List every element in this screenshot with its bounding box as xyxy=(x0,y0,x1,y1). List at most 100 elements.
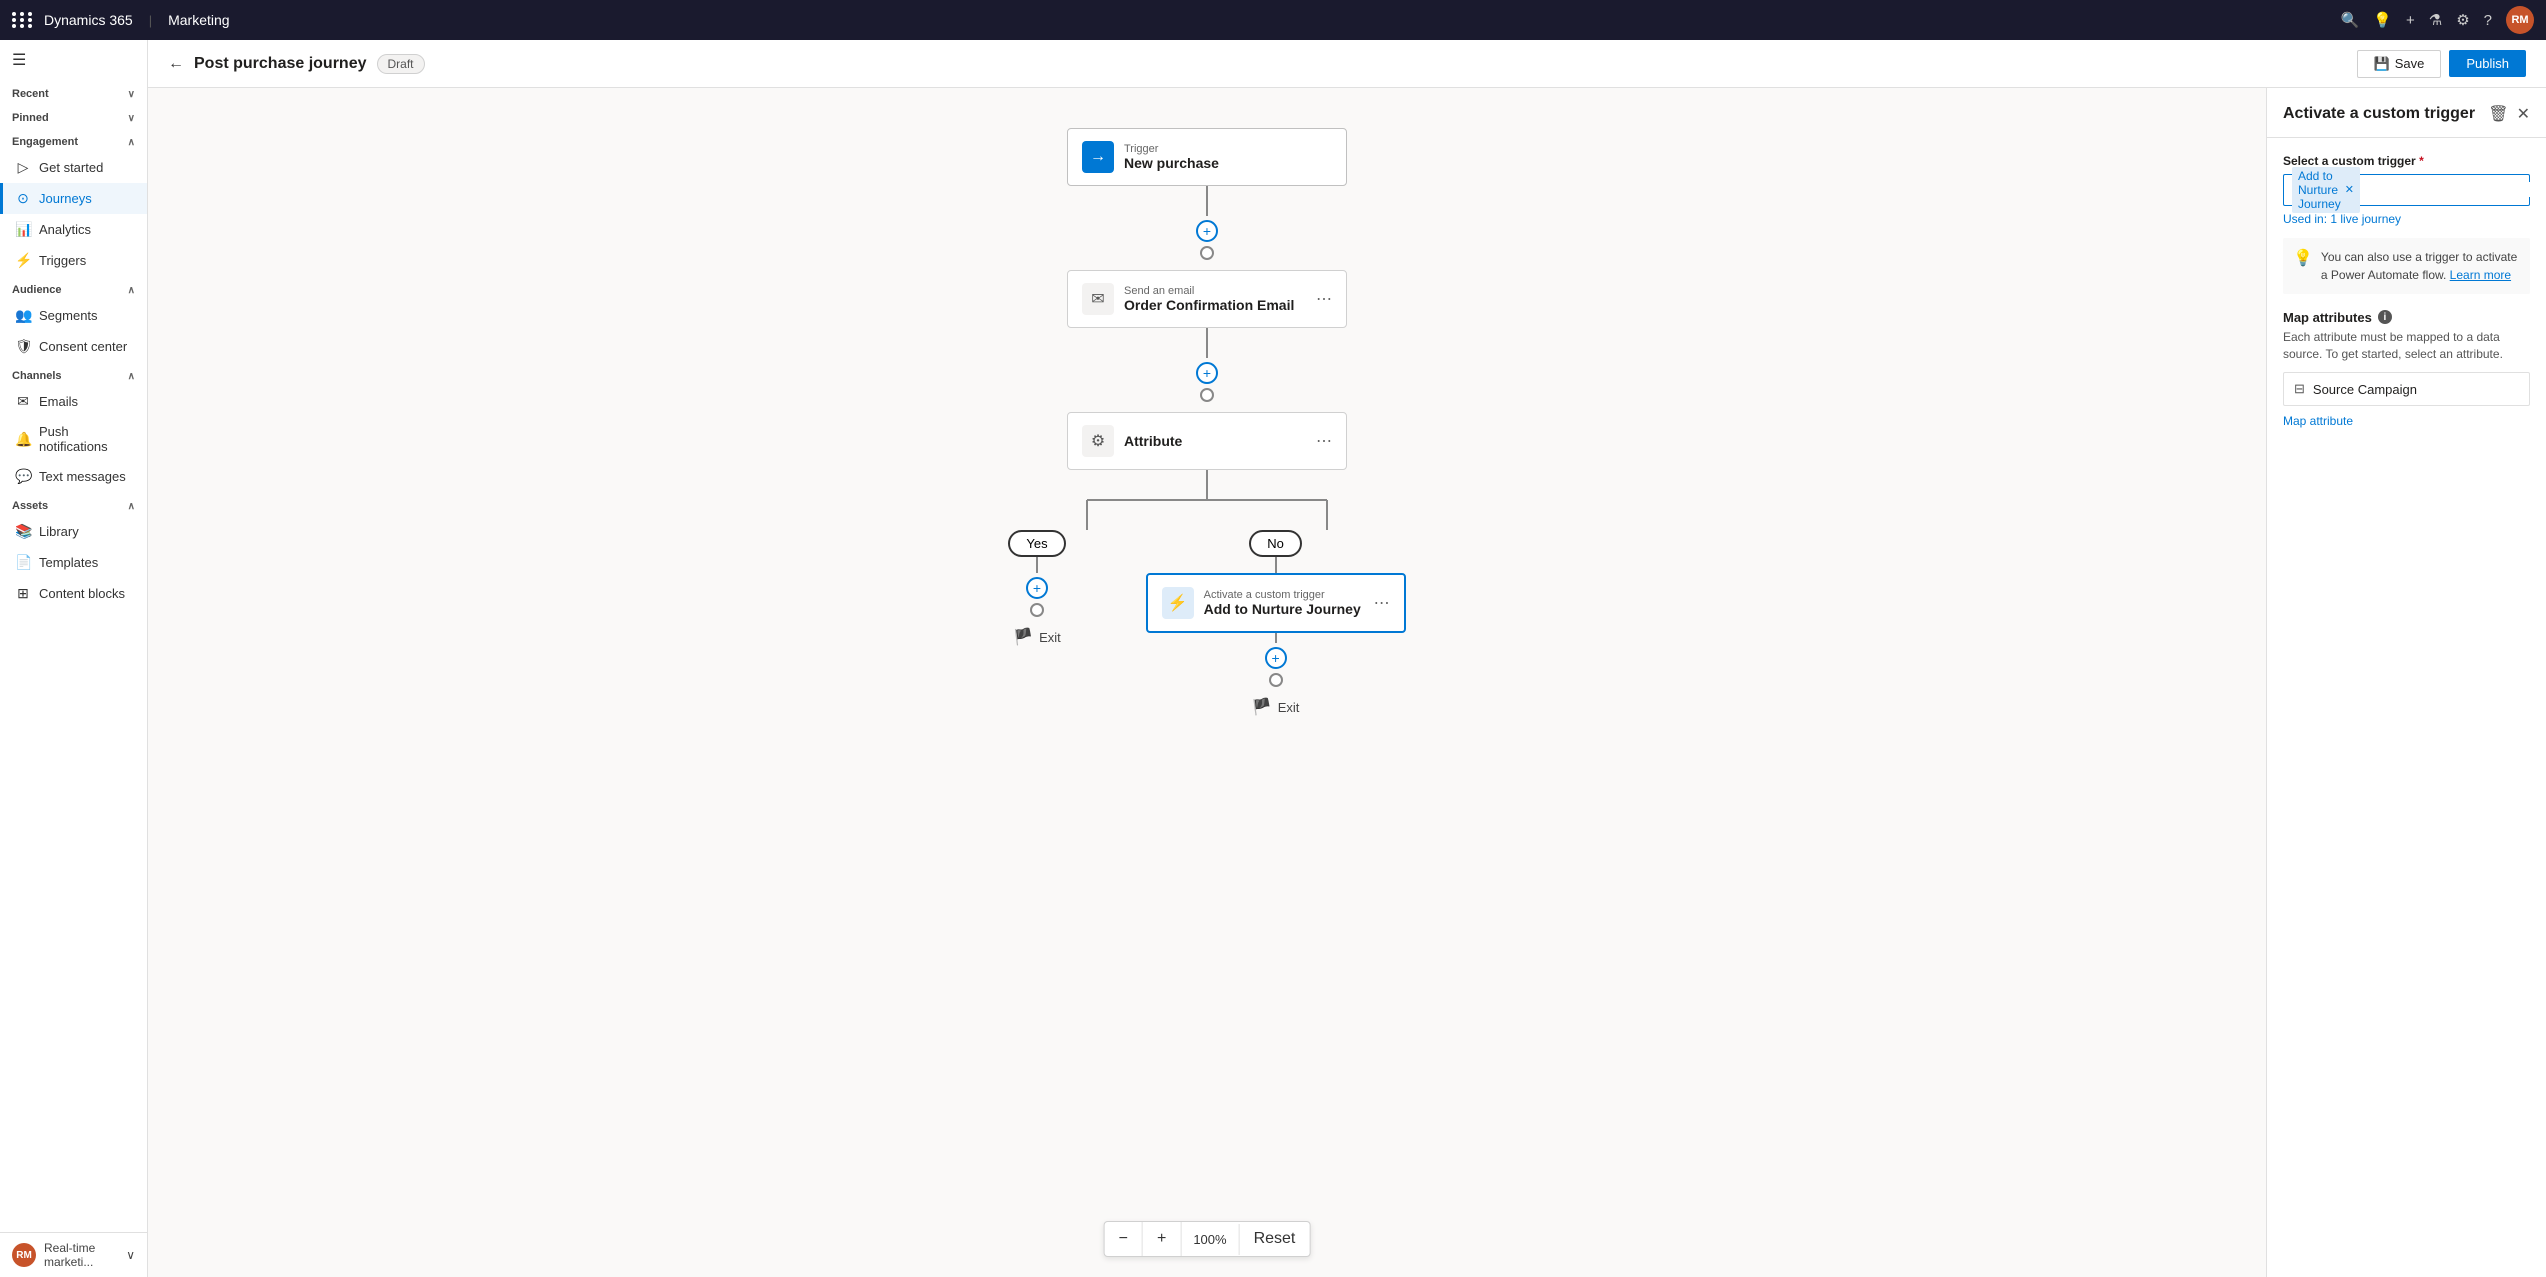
attribute-node[interactable]: ⚙ Attribute ⋯ xyxy=(1067,412,1347,470)
exit-left: 🏴 Exit xyxy=(1013,627,1061,647)
consent-label: Consent center xyxy=(39,339,127,354)
custom-trigger-label: Activate a custom trigger xyxy=(1204,589,1361,601)
subheader: ← Post purchase journey Draft 💾 Save Pub… xyxy=(148,40,2546,88)
panel-close-button[interactable]: ✕ xyxy=(2517,104,2530,124)
page-title: Post purchase journey xyxy=(194,55,367,73)
analytics-icon: 📊 xyxy=(15,221,31,238)
filter-icon[interactable]: ⚗ xyxy=(2429,11,2442,29)
search-icon[interactable]: 🔍 xyxy=(2341,11,2360,29)
exit-left-label: Exit xyxy=(1039,630,1061,645)
add-yes-step[interactable]: + xyxy=(1026,577,1048,599)
channels-section-header: Channels ∧ xyxy=(0,362,147,386)
library-label: Library xyxy=(39,524,79,539)
yes-connector xyxy=(1036,557,1038,573)
content-blocks-label: Content blocks xyxy=(39,586,125,601)
settings-icon[interactable]: ⚙ xyxy=(2456,11,2469,29)
sidebar-item-get-started[interactable]: ▷ Get started xyxy=(0,152,147,183)
email-node[interactable]: ✉ Send an email Order Confirmation Email… xyxy=(1067,270,1347,328)
sidebar-item-sms[interactable]: 💬 Text messages xyxy=(0,461,147,492)
custom-trigger-node[interactable]: ⚡ Activate a custom trigger Add to Nurtu… xyxy=(1146,573,1406,633)
back-button[interactable]: ← xyxy=(168,55,184,73)
blocks-icon: ⊞ xyxy=(15,585,31,602)
get-started-label: Get started xyxy=(39,160,103,175)
email-node-name: Order Confirmation Email xyxy=(1124,297,1294,313)
attribute-node-name: Attribute xyxy=(1124,433,1182,449)
no-oval: No xyxy=(1249,530,1302,557)
custom-trigger-menu[interactable]: ⋯ xyxy=(1374,593,1390,613)
user-avatar[interactable]: RM xyxy=(2506,6,2534,34)
trigger-search-box[interactable]: Add to Nurture Journey ✕ 🔍 xyxy=(2283,174,2530,206)
zoom-level: 100% xyxy=(1181,1224,1239,1255)
attribute-node-menu[interactable]: ⋯ xyxy=(1316,431,1332,451)
engagement-chevron[interactable]: ∧ xyxy=(128,137,135,148)
sidebar-item-analytics[interactable]: 📊 Analytics xyxy=(0,214,147,245)
topbar-right: 🔍 💡 + ⚗ ⚙ ? RM xyxy=(2341,6,2534,34)
email-node-menu[interactable]: ⋯ xyxy=(1316,289,1332,309)
channels-label: Channels xyxy=(12,370,62,382)
sidebar-item-segments[interactable]: 👥 Segments xyxy=(0,300,147,331)
audience-section-header: Audience ∧ xyxy=(0,276,147,300)
canvas-area: → Trigger New purchase + xyxy=(148,88,2546,1277)
add-step-button-1[interactable]: + xyxy=(1196,220,1218,242)
map-attribute-link[interactable]: Map attribute xyxy=(2283,414,2530,428)
sidebar-item-templates[interactable]: 📄 Templates xyxy=(0,547,147,578)
info-icon: i xyxy=(2378,310,2392,324)
sidebar-item-emails[interactable]: ✉ Emails xyxy=(0,386,147,417)
save-button[interactable]: 💾 Save xyxy=(2357,50,2442,78)
sidebar-item-journeys[interactable]: ⊙ Journeys xyxy=(0,183,147,214)
publish-button[interactable]: Publish xyxy=(2449,50,2526,77)
assets-chevron[interactable]: ∧ xyxy=(128,501,135,512)
panel-delete-button[interactable]: 🗑 xyxy=(2488,104,2508,124)
subheader-actions: 💾 Save Publish xyxy=(2357,50,2526,78)
template-icon: 📄 xyxy=(15,554,31,571)
sms-label: Text messages xyxy=(39,469,126,484)
panel-header: Activate a custom trigger 🗑 ✕ xyxy=(2267,88,2546,138)
sidebar-item-consent[interactable]: 🛡 Consent center xyxy=(0,331,147,362)
flow-chart: → Trigger New purchase + xyxy=(1007,128,1407,1237)
help-icon[interactable]: ? xyxy=(2484,12,2492,29)
connector-circle-2 xyxy=(1200,388,1214,402)
sidebar-item-push[interactable]: 🔔 Push notifications xyxy=(0,417,147,461)
lightbulb-icon[interactable]: 💡 xyxy=(2373,11,2392,29)
add-no-step[interactable]: + xyxy=(1265,647,1287,669)
custom-trigger-content: Activate a custom trigger Add to Nurture… xyxy=(1204,589,1361,617)
zoom-in-button[interactable]: + xyxy=(1143,1222,1181,1256)
main-layout: ☰ Recent ∨ Pinned ∨ Engagement ∧ ▷ Get s… xyxy=(0,40,2546,1277)
main-content: ← Post purchase journey Draft 💾 Save Pub… xyxy=(148,40,2546,1277)
segments-label: Segments xyxy=(39,308,98,323)
journey-canvas[interactable]: → Trigger New purchase + xyxy=(148,88,2266,1277)
attribute-node-icon: ⚙ xyxy=(1082,425,1114,457)
source-name: Source Campaign xyxy=(2313,382,2417,397)
analytics-label: Analytics xyxy=(39,222,91,237)
no-connector xyxy=(1275,557,1277,573)
used-in-info[interactable]: Used in: 1 live journey xyxy=(2283,212,2530,226)
recent-chevron: ∨ xyxy=(128,89,135,100)
channels-chevron[interactable]: ∧ xyxy=(128,371,135,382)
search-tag-clear[interactable]: ✕ xyxy=(2345,183,2354,196)
search-input[interactable] xyxy=(2366,182,2542,197)
audience-chevron[interactable]: ∧ xyxy=(128,285,135,296)
learn-more-link[interactable]: Learn more xyxy=(2450,268,2511,282)
push-label: Push notifications xyxy=(39,424,135,454)
app-name: Marketing xyxy=(168,12,229,28)
segments-icon: 👥 xyxy=(15,307,31,324)
recent-section[interactable]: Recent ∨ xyxy=(0,80,147,104)
sidebar-item-triggers[interactable]: ⚡ Triggers xyxy=(0,245,147,276)
email-node-icon: ✉ xyxy=(1082,283,1114,315)
sidebar-item-content-blocks[interactable]: ⊞ Content blocks xyxy=(0,578,147,609)
pinned-section[interactable]: Pinned ∨ xyxy=(0,104,147,128)
email-node-content: Send an email Order Confirmation Email xyxy=(1124,285,1294,313)
sidebar-item-library[interactable]: 📚 Library xyxy=(0,516,147,547)
add-step-button-2[interactable]: + xyxy=(1196,362,1218,384)
trigger-node[interactable]: → Trigger New purchase xyxy=(1067,128,1347,186)
yes-branch: Yes + 🏴 Exit xyxy=(1008,530,1065,647)
pinned-chevron: ∨ xyxy=(128,113,135,124)
zoom-out-button[interactable]: − xyxy=(1105,1222,1143,1256)
zoom-reset-button[interactable]: Reset xyxy=(1240,1222,1310,1256)
play-icon: ▷ xyxy=(15,159,31,176)
add-icon[interactable]: + xyxy=(2406,12,2415,29)
zoom-controls: − + 100% Reset xyxy=(1104,1221,1311,1257)
sidebar: ☰ Recent ∨ Pinned ∨ Engagement ∧ ▷ Get s… xyxy=(0,40,148,1277)
hamburger-icon[interactable]: ☰ xyxy=(0,40,147,80)
sidebar-bottom[interactable]: RM Real-time marketi... ∨ xyxy=(0,1232,147,1277)
